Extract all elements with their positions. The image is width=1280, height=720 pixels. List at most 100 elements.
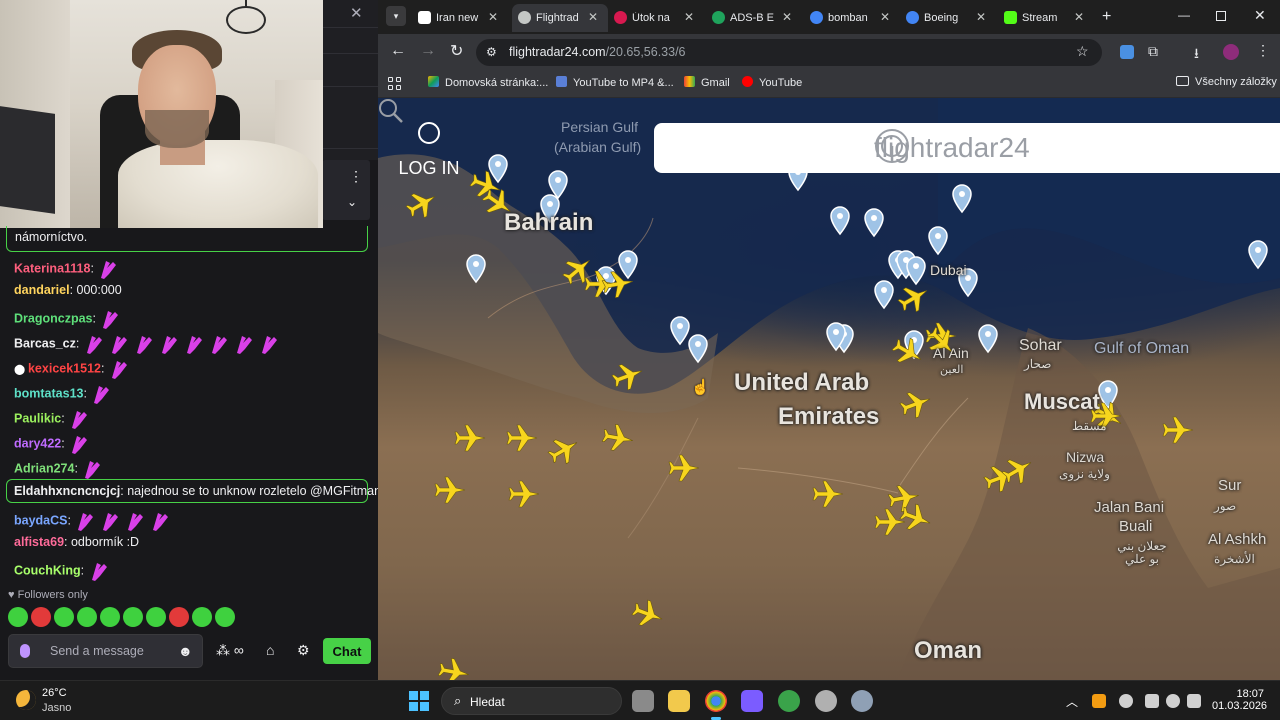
aircraft-icon[interactable] [434, 476, 466, 504]
emote-icon[interactable] [192, 607, 212, 627]
emote-icon[interactable] [215, 607, 235, 627]
tab-close-icon[interactable]: ✕ [684, 10, 694, 24]
chat-username[interactable]: Paulikic [14, 411, 61, 425]
system-clock[interactable]: 18:07 01.03.2026 [1212, 688, 1267, 712]
aircraft-icon[interactable] [508, 480, 540, 508]
xbox-icon[interactable] [778, 690, 800, 712]
download-icon[interactable]: ⭳ [1194, 43, 1199, 67]
star-icon[interactable]: ☆ [1076, 43, 1089, 60]
browser-tab[interactable]: Stream ✕ [998, 4, 1094, 32]
windows-start-icon[interactable] [409, 691, 429, 711]
chat-username[interactable]: CouchKing [14, 563, 81, 577]
kebab-menu-icon[interactable]: ⋮ [1256, 42, 1270, 59]
emote-icon[interactable] [146, 607, 166, 627]
settings-gear-icon[interactable] [851, 690, 873, 712]
emote-icon[interactable] [31, 607, 51, 627]
new-tab-icon[interactable]: + [1102, 8, 1111, 26]
task-view-icon[interactable] [632, 690, 654, 712]
minimize-icon[interactable]: — [1178, 8, 1190, 22]
aircraft-icon[interactable] [897, 386, 935, 423]
reload-icon[interactable]: ↻ [450, 41, 463, 61]
message-placeholder[interactable]: Send a message [50, 644, 144, 658]
maximize-icon[interactable] [1216, 11, 1226, 21]
bookmark-youtube[interactable]: YouTube [742, 76, 802, 89]
aircraft-icon[interactable] [437, 656, 471, 680]
extension-icon[interactable] [1120, 45, 1134, 59]
chevron-down-icon[interactable]: ⌄ [347, 195, 357, 209]
tab-close-icon[interactable]: ✕ [488, 10, 498, 24]
site-info-icon[interactable]: ⚙ [486, 45, 497, 59]
aircraft-icon[interactable] [668, 454, 700, 482]
chat-username[interactable]: dary422 [14, 436, 61, 450]
chat-username[interactable]: Dragonczpas [14, 311, 93, 325]
emote-icon[interactable] [100, 607, 120, 627]
window-close-icon[interactable]: ✕ [1254, 7, 1266, 24]
chat-username[interactable]: kexicek1512 [28, 361, 101, 375]
flight-map[interactable]: Persian Gulf (Arabian Gulf) Bahrain Unit… [378, 98, 1280, 680]
airport-pin-icon[interactable] [874, 280, 894, 310]
emote-icon[interactable] [123, 607, 143, 627]
obs-icon[interactable] [741, 690, 763, 712]
search-icon[interactable] [378, 98, 404, 124]
tab-close-icon[interactable]: ✕ [588, 10, 598, 24]
chat-send-button[interactable]: Chat [323, 638, 371, 664]
chat-username[interactable]: alfista69 [14, 535, 64, 549]
volume-icon[interactable] [1166, 694, 1180, 708]
chat-username[interactable]: baydaCS [14, 513, 68, 527]
aircraft-icon[interactable] [812, 480, 844, 508]
url-text[interactable]: flightradar24.com/20.65,56.33/6 [509, 45, 686, 59]
file-explorer-icon[interactable] [668, 690, 690, 712]
apps-grid-icon[interactable] [388, 77, 402, 91]
browser-tab[interactable]: ADS-B E ✕ [706, 4, 802, 32]
emoji-picker-icon[interactable]: ☻ [178, 643, 193, 659]
forward-arrow-icon[interactable]: → [420, 42, 436, 60]
browser-tab[interactable]: Flightrad ✕ [512, 4, 608, 32]
aircraft-icon[interactable] [506, 424, 538, 452]
aircraft-icon[interactable] [601, 422, 635, 455]
chat-username[interactable]: Adrian274 [14, 461, 74, 475]
microphone-icon[interactable] [20, 644, 30, 658]
chat-username[interactable]: Katerina1118 [14, 261, 90, 275]
airport-pin-icon[interactable] [978, 324, 998, 354]
profile-avatar[interactable] [1223, 44, 1239, 60]
network-icon[interactable] [1145, 694, 1159, 708]
taskbar-search-box[interactable] [441, 687, 622, 715]
browser-tab[interactable]: Útok na ✕ [608, 4, 704, 32]
tab-close-icon[interactable]: ✕ [880, 10, 890, 24]
chevron-up-icon[interactable]: ︿ [1066, 693, 1078, 710]
all-bookmarks-folder[interactable]: Všechny záložky [1176, 76, 1277, 88]
puzzle-icon[interactable]: ⧉ [1148, 43, 1158, 60]
aircraft-icon[interactable] [454, 424, 486, 452]
emote-icon[interactable] [77, 607, 97, 627]
chat-username[interactable]: dandariel [14, 283, 70, 297]
browser-tab[interactable]: Iran new ✕ [412, 4, 508, 32]
kebab-menu-icon[interactable]: ⋮ [349, 168, 363, 185]
aircraft-icon[interactable] [1162, 416, 1194, 444]
aircraft-icon[interactable] [544, 430, 584, 469]
battery-icon[interactable] [1187, 694, 1201, 708]
bookmark-gmail[interactable]: Gmail [684, 76, 730, 89]
browser-tab[interactable]: Boeing ✕ [900, 4, 996, 32]
bookmark-youtube-mp4[interactable]: YouTube to MP4 &... [556, 76, 674, 89]
emote-icon[interactable] [8, 607, 28, 627]
app-icon[interactable] [815, 690, 837, 712]
emote-icon[interactable] [169, 607, 189, 627]
back-arrow-icon[interactable]: ← [390, 42, 406, 60]
close-icon[interactable]: ✕ [350, 4, 363, 22]
tray-app-icon[interactable] [1092, 694, 1106, 708]
chat-username[interactable]: Barcas_cz [14, 336, 76, 350]
store-icon[interactable]: ⌂ [266, 642, 274, 658]
gear-icon[interactable]: ⚙ [297, 642, 310, 659]
aircraft-icon[interactable] [894, 278, 934, 317]
chat-username[interactable]: bomtatas13 [14, 386, 83, 400]
tab-close-icon[interactable]: ✕ [782, 10, 792, 24]
chat-username[interactable]: Eldahhxncncncjcj [14, 484, 120, 498]
bits-icon[interactable]: ⁂ ∞ [216, 642, 244, 659]
tab-close-icon[interactable]: ✕ [976, 10, 986, 24]
aircraft-icon[interactable] [629, 596, 667, 633]
bookmark-home[interactable]: Domovská stránka:... [428, 76, 548, 89]
browser-tab[interactable]: bomban ✕ [804, 4, 900, 32]
tab-search-icon[interactable]: ▾ [386, 6, 406, 26]
microphone-icon[interactable] [1119, 694, 1133, 708]
aircraft-icon[interactable] [874, 508, 906, 536]
